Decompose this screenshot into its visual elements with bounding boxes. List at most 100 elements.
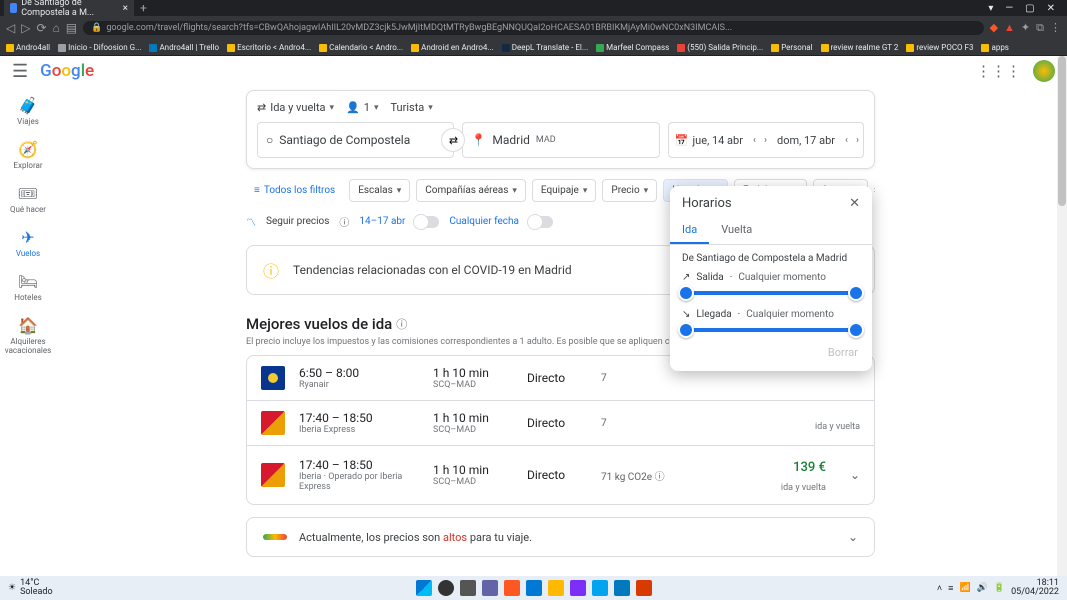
weather-widget[interactable]: ☀ 14°CSoleado [8, 579, 53, 597]
browser-tab[interactable]: De Santiago de Compostela a M... × [4, 0, 134, 20]
app-icon[interactable] [592, 580, 608, 596]
bookmark-item[interactable]: Android en Andro4... [411, 43, 494, 52]
date-next-button[interactable]: › [760, 123, 771, 157]
covid-text: Tendencias relacionadas con el COVID-19 … [293, 263, 572, 277]
close-popover-button[interactable]: ✕ [849, 196, 860, 211]
bookmark-item[interactable]: review realme GT 2 [821, 43, 899, 52]
bookmark-star-icon[interactable]: ⧉ [1036, 21, 1044, 35]
app-icon[interactable] [504, 580, 520, 596]
tray-chevron-icon[interactable]: ˄ [937, 583, 942, 594]
info-icon[interactable]: ⓘ [339, 214, 349, 229]
tabs-icon[interactable]: ▤ [66, 21, 77, 35]
tray-icon[interactable]: ≡ [948, 583, 953, 594]
flight-row[interactable]: 17:40 – 18:50Iberia · Operado por Iberia… [247, 446, 874, 504]
ext-icon[interactable]: ▲ [1004, 21, 1015, 35]
scrollbar[interactable] [1057, 56, 1067, 576]
track-dates[interactable]: 14–17 abr [359, 216, 405, 227]
date-out-input[interactable]: 📅jue, 14 abr [669, 123, 749, 157]
flight-row[interactable]: 17:40 – 18:50Iberia Express 1 h 10 minSC… [247, 401, 874, 446]
flight-list: 6:50 – 8:00Ryanair 1 h 10 minSCQ–MAD Dir… [246, 355, 875, 505]
bookmark-item[interactable]: Personal [771, 43, 812, 52]
taskview-icon[interactable] [460, 580, 476, 596]
expand-icon[interactable]: ⌄ [848, 530, 858, 544]
nav-hoteles[interactable]: 🛏Hoteles [14, 272, 41, 302]
arrival-slider[interactable] [684, 328, 858, 332]
popover-tab-vuelta[interactable]: Vuelta [709, 217, 764, 244]
start-button[interactable] [416, 580, 432, 596]
filter-all[interactable]: ≡Todos los filtros [246, 180, 343, 201]
info-icon[interactable]: ⓘ [396, 316, 407, 332]
close-tab-icon[interactable]: × [123, 3, 128, 14]
bookmark-item[interactable]: review POCO F3 [906, 43, 973, 52]
filter-companias[interactable]: Compañías aéreas▾ [416, 179, 526, 202]
date[interactable]: 05/04/2022 [1011, 588, 1059, 597]
nav-explorar[interactable]: 🧭Explorar [13, 140, 42, 170]
new-tab-button[interactable]: + [140, 1, 147, 15]
bookmark-item[interactable]: DeepL Translate - El... [502, 43, 588, 52]
avatar[interactable] [1033, 60, 1055, 82]
date-prev-button[interactable]: ‹ [841, 123, 852, 157]
app-icon[interactable] [636, 580, 652, 596]
forward-button[interactable]: ▷ [21, 21, 30, 35]
url-bar[interactable]: 🔒 google.com/travel/flights/search?tfs=C… [83, 21, 983, 35]
app-icon[interactable] [570, 580, 586, 596]
menu-icon[interactable]: ⋮ [1050, 21, 1061, 35]
back-button[interactable]: ◁ [6, 21, 15, 35]
volume-icon[interactable]: 🔊 [977, 583, 988, 593]
battery-icon[interactable]: 🔋 [994, 583, 1005, 593]
taskbar: ☀ 14°CSoleado ˄ ≡ 📶 🔊 🔋 18:1105/04/2022 [0, 576, 1067, 600]
ext-icon[interactable]: ◆ [990, 21, 998, 35]
app-icon[interactable] [614, 580, 630, 596]
wifi-icon[interactable]: 📶 [959, 583, 970, 593]
track-any-toggle[interactable] [529, 216, 553, 228]
trip-type-select[interactable]: ⇄Ida y vuelta▾ [257, 101, 334, 114]
origin-input[interactable]: ○Santiago de Compostela [258, 123, 453, 157]
hamburger-icon[interactable]: ☰ [12, 61, 28, 82]
bookmark-item[interactable]: Marfeel Compass [596, 43, 669, 52]
minimize-button[interactable]: — [1005, 3, 1013, 14]
reload-button[interactable]: ⟳ [36, 21, 46, 35]
price-alert[interactable]: Actualmente, los precios son altos para … [246, 517, 875, 557]
departure-slider[interactable] [684, 291, 858, 295]
filter-precio[interactable]: Precio▾ [602, 179, 657, 202]
track-any-date[interactable]: Cualquier fecha [449, 216, 519, 227]
clear-button[interactable]: Borrar [670, 342, 872, 363]
lock-icon: 🔒 [91, 23, 102, 33]
extensions-button[interactable]: ✦ [1021, 21, 1030, 35]
google-logo[interactable]: Google [40, 61, 94, 81]
minimize-icon[interactable]: ▾ [988, 3, 993, 14]
bookmark-item[interactable]: Calendario < Andro... [319, 43, 403, 52]
close-window-button[interactable]: ✕ [1047, 3, 1055, 14]
app-icon[interactable] [548, 580, 564, 596]
maximize-button[interactable]: ▢ [1025, 3, 1034, 14]
filter-scroll-right[interactable]: › [874, 185, 875, 196]
destination-input[interactable]: 📍MadridMAD [463, 123, 658, 157]
passengers-select[interactable]: 👤1▾ [346, 101, 378, 114]
google-apps-icon[interactable]: ⋮⋮⋮ [976, 62, 1021, 80]
bookmark-item[interactable]: apps [981, 43, 1008, 52]
home-button[interactable]: ⌂ [53, 21, 60, 35]
date-back-input[interactable]: dom, 17 abr [771, 123, 841, 157]
search-icon[interactable] [438, 580, 454, 596]
date-next-button[interactable]: › [852, 123, 863, 157]
app-icon[interactable] [526, 580, 542, 596]
nav-alquileres[interactable]: 🏠Alquileres vacacionales [0, 316, 56, 355]
bookmark-item[interactable]: Andro4all [6, 43, 50, 52]
filter-escalas[interactable]: Escalas▾ [349, 179, 410, 202]
nav-vuelos[interactable]: ✈Vuelos [16, 228, 40, 258]
bookmark-item[interactable]: Escritorio < Andro4... [227, 43, 311, 52]
nav-que-hacer[interactable]: 🎟Qué hacer [10, 184, 46, 214]
date-prev-button[interactable]: ‹ [749, 123, 760, 157]
app-icon[interactable] [482, 580, 498, 596]
bookmark-item[interactable]: Inicio - Difoosion G... [58, 43, 141, 52]
bookmark-item[interactable]: Andro4all | Trello [149, 43, 219, 52]
swap-locations-button[interactable]: ⇄ [441, 128, 465, 152]
popover-tab-ida[interactable]: Ida [670, 217, 709, 244]
info-icon: ⓘ [263, 258, 279, 282]
filter-equipaje[interactable]: Equipaje▾ [532, 179, 597, 202]
track-dates-toggle[interactable] [415, 216, 439, 228]
nav-viajes[interactable]: 🧳Viajes [17, 96, 39, 126]
expand-icon[interactable]: ⌄ [850, 468, 860, 482]
class-select[interactable]: Turista▾ [391, 101, 433, 114]
bookmark-item[interactable]: (550) Salida Princip... [677, 43, 763, 52]
